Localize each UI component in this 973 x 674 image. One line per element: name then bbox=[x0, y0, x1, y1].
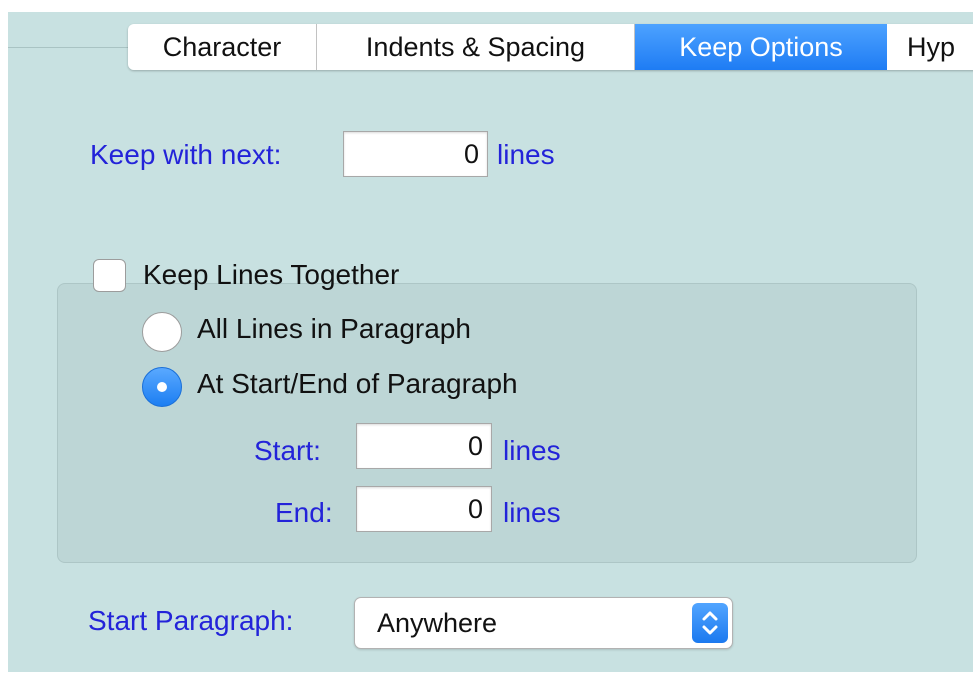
keep-with-next-field[interactable]: 0 bbox=[343, 131, 488, 177]
start-lines-unit: lines bbox=[503, 435, 561, 466]
radio-start-end-label: At Start/End of Paragraph bbox=[197, 368, 518, 399]
end-lines-label: End: bbox=[275, 497, 333, 528]
tab-keep-options[interactable]: Keep Options bbox=[635, 24, 887, 70]
radio-all-lines[interactable] bbox=[142, 312, 182, 352]
tab-bar-divider bbox=[8, 47, 128, 48]
start-paragraph-label: Start Paragraph: bbox=[88, 605, 294, 636]
tab-hyphenation[interactable]: Hyp bbox=[887, 24, 973, 70]
keep-lines-together-label: Keep Lines Together bbox=[143, 259, 400, 290]
start-paragraph-value: Anywhere bbox=[377, 608, 498, 638]
radio-start-end[interactable] bbox=[142, 367, 182, 407]
keep-lines-together-checkbox[interactable] bbox=[93, 259, 126, 292]
radio-dot-icon bbox=[157, 382, 167, 392]
start-paragraph-select[interactable]: Anywhere bbox=[354, 597, 733, 649]
tab-character[interactable]: Character bbox=[128, 24, 317, 70]
keep-with-next-unit: lines bbox=[497, 139, 555, 170]
tab-bar: Character Indents & Spacing Keep Options… bbox=[128, 24, 973, 70]
end-lines-field[interactable]: 0 bbox=[356, 486, 492, 532]
end-lines-unit: lines bbox=[503, 497, 561, 528]
tab-indents-spacing[interactable]: Indents & Spacing bbox=[317, 24, 635, 70]
up-down-chevron-icon[interactable] bbox=[692, 603, 728, 643]
chevron-glyph bbox=[702, 611, 718, 635]
start-lines-label: Start: bbox=[254, 435, 321, 466]
radio-all-lines-label: All Lines in Paragraph bbox=[197, 313, 471, 344]
keep-with-next-label: Keep with next: bbox=[90, 139, 282, 170]
start-lines-field[interactable]: 0 bbox=[356, 423, 492, 469]
